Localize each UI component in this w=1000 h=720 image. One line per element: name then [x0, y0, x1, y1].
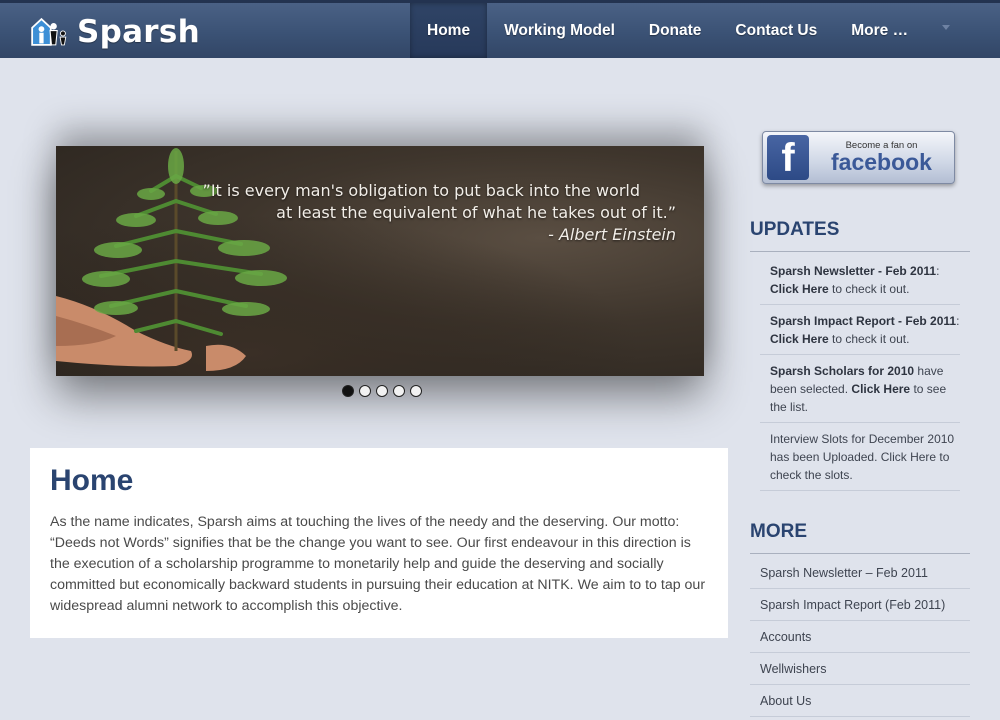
facebook-badge-text: Become a fan on facebook — [809, 140, 954, 175]
facebook-fan-button[interactable]: f Become a fan on facebook — [762, 131, 955, 184]
update-text: : — [956, 314, 960, 328]
facebook-icon: f — [767, 135, 809, 180]
site-logo[interactable]: Sparsh — [30, 10, 200, 54]
slider-dot-3[interactable] — [376, 385, 388, 397]
list-item: Sparsh Impact Report - Feb 2011: Click H… — [760, 305, 960, 355]
nav-working-model[interactable]: Working Model — [487, 3, 632, 58]
more-link-wellwishers[interactable]: Wellwishers — [750, 653, 970, 685]
update-text: to check it out. — [828, 332, 910, 346]
slider-dot-5[interactable] — [410, 385, 422, 397]
nav-donate[interactable]: Donate — [632, 3, 719, 58]
intro-paragraph: As the name indicates, Sparsh aims at to… — [50, 514, 706, 614]
more-link-newsletter[interactable]: Sparsh Newsletter – Feb 2011 — [750, 557, 970, 589]
quote-line-1: ”It is every man's obligation to put bac… — [202, 181, 640, 200]
slider-dot-4[interactable] — [393, 385, 405, 397]
more-link-impact-report[interactable]: Sparsh Impact Report (Feb 2011) — [750, 589, 970, 621]
update-title: Sparsh Newsletter - Feb 2011 — [770, 264, 937, 278]
slider-dot-1[interactable] — [342, 385, 354, 397]
list-item[interactable]: Interview Slots for December 2010 has be… — [760, 423, 960, 491]
update-text: to check it out. — [828, 282, 910, 296]
page-title: Home — [50, 464, 134, 497]
click-here-link[interactable]: Click Here — [770, 332, 829, 346]
click-here-link[interactable]: Click Here — [851, 382, 910, 396]
nav-home[interactable]: Home — [410, 3, 488, 58]
nav-more[interactable]: More … — [834, 3, 925, 58]
more-heading: MORE — [750, 521, 970, 554]
nav-contact-us[interactable]: Contact Us — [718, 3, 834, 58]
hero-slider: ”It is every man's obligation to put bac… — [56, 146, 704, 376]
caret-down-icon[interactable] — [942, 25, 950, 30]
more-links-list: Sparsh Newsletter – Feb 2011 Sparsh Impa… — [750, 557, 970, 717]
update-title: Sparsh Impact Report - Feb 2011 — [770, 314, 957, 328]
update-text: Interview Slots for December 2010 has be… — [770, 432, 955, 482]
slider-dot-2[interactable] — [359, 385, 371, 397]
more-link-about-us[interactable]: About Us — [750, 685, 970, 717]
main-content: Home As the name indicates, Sparsh aims … — [30, 448, 728, 638]
main-nav: Home Working Model Donate Contact Us Mor… — [410, 3, 925, 58]
update-text: : — [936, 264, 940, 278]
update-title: Sparsh Scholars for 2010 — [770, 364, 915, 378]
family-house-icon — [31, 17, 67, 46]
list-item: Sparsh Scholars for 2010 have been selec… — [760, 355, 960, 423]
top-navigation-bar: Sparsh Home Working Model Donate Contact… — [0, 0, 1000, 58]
updates-list: Sparsh Newsletter - Feb 2011: Click Here… — [760, 255, 960, 491]
quote-line-2: at least the equivalent of what he takes… — [276, 203, 676, 222]
click-here-link[interactable]: Click Here — [770, 282, 829, 296]
einstein-quote: ”It is every man's obligation to put bac… — [203, 180, 676, 246]
facebook-badge-big: facebook — [831, 149, 932, 175]
brand-name: Sparsh — [76, 14, 200, 50]
quote-author: - Albert Einstein — [548, 225, 676, 244]
slider-pagination — [342, 385, 422, 397]
updates-heading: UPDATES — [750, 219, 970, 252]
list-item: Sparsh Newsletter - Feb 2011: Click Here… — [760, 255, 960, 305]
more-link-accounts[interactable]: Accounts — [750, 621, 970, 653]
